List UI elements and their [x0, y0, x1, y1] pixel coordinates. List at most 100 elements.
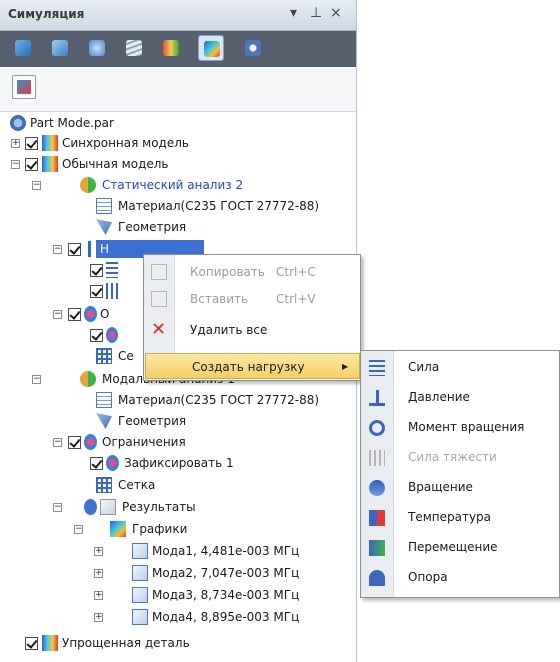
copy-model-icon[interactable] — [47, 35, 73, 61]
submenu-item-rotation[interactable]: Вращение — [361, 473, 559, 502]
collapse-toggle[interactable]: − — [32, 375, 41, 384]
submenu-item-displacement[interactable]: Перемещение — [361, 533, 559, 562]
tree-item-load-child[interactable] — [10, 259, 118, 281]
tree-item-mode[interactable]: + Мода1, 4,481е-003 МГц — [10, 540, 330, 562]
tree-item-material[interactable]: Материал(С235 ГОСТ 27772-88) — [10, 195, 340, 217]
tree-item-constraint-child[interactable] — [10, 324, 118, 346]
menu-item-create-load[interactable]: Создать нагрузку ▶ — [145, 353, 360, 379]
results-icon[interactable] — [198, 35, 224, 61]
menu-item-label: Сила тяжести — [408, 450, 497, 464]
tree-item-mode[interactable]: + Мода4, 8,895е-003 МГц — [10, 606, 330, 628]
fix-icon — [106, 327, 118, 343]
tree-label: Материал(С235 ГОСТ 27772-88) — [118, 199, 320, 213]
expand-toggle[interactable]: + — [94, 613, 103, 622]
support-icon — [369, 570, 385, 586]
tree-item-fix[interactable]: Зафиксировать 1 — [10, 452, 330, 474]
menu-item-label: Копировать — [190, 265, 265, 279]
collapse-toggle[interactable]: − — [11, 160, 20, 169]
collapse-toggle[interactable]: − — [53, 245, 62, 254]
static-study-icon — [80, 177, 96, 193]
geometry-icon — [96, 413, 112, 429]
tree-item-geometry[interactable]: Геометрия — [10, 216, 330, 238]
tree-label: Геометрия — [118, 414, 187, 428]
tree-item-mode[interactable]: + Мода2, 7,047е-003 МГц — [10, 562, 330, 584]
collapse-toggle[interactable]: − — [53, 310, 62, 319]
menu-item-shortcut: Ctrl+V — [276, 292, 316, 306]
plots-icon — [110, 521, 126, 537]
expand-toggle[interactable]: + — [94, 547, 103, 556]
menu-item-delete-all[interactable]: ✕ Удалить все — [144, 317, 360, 343]
assembly-icon[interactable] — [10, 35, 36, 61]
mode-plot-icon — [132, 587, 148, 603]
simulation-toolbar — [0, 31, 356, 67]
constraint-icon — [84, 306, 97, 322]
mesh-icon — [96, 348, 112, 364]
menu-item-label: Удалить все — [190, 323, 268, 337]
tree-label: Статический анализ 2 — [102, 178, 244, 192]
tree-item-static-study[interactable]: − Статический анализ 2 — [10, 174, 330, 196]
submenu-item-gravity[interactable]: Сила тяжести — [361, 443, 559, 472]
ordinary-model-icon — [42, 156, 58, 172]
visibility-checkbox[interactable] — [25, 137, 38, 150]
tree-item-results[interactable]: − Результаты — [10, 496, 330, 518]
visibility-checkbox[interactable] — [90, 264, 103, 277]
tree-item-sync-model[interactable]: + Синхронная модель — [10, 132, 330, 154]
tree-label: Упрощенная деталь — [62, 636, 190, 650]
edit-plot-icon[interactable] — [12, 75, 36, 99]
visibility-checkbox[interactable] — [68, 308, 81, 321]
tree-label: Зафиксировать 1 — [124, 456, 234, 470]
menu-item-paste[interactable]: Вставить Ctrl+V — [144, 286, 360, 312]
submenu-item-support[interactable]: Опора — [361, 563, 559, 592]
visibility-checkbox[interactable] — [25, 637, 38, 650]
dropdown-icon[interactable]: ▾ — [290, 5, 297, 21]
menu-item-label: Перемещение — [408, 540, 498, 554]
sub-toolbar — [0, 67, 356, 112]
tree-label: Се — [118, 349, 134, 363]
study-icon[interactable] — [84, 35, 110, 61]
expand-toggle[interactable]: + — [11, 139, 20, 148]
tree-item-load-child[interactable] — [10, 280, 118, 302]
close-icon[interactable]: × — [330, 5, 342, 21]
tree-item-ordinary-model[interactable]: − Обычная модель — [10, 153, 330, 175]
tree-item-plots[interactable]: − Графики — [10, 518, 330, 540]
pin-icon[interactable]: ⊥ — [310, 5, 322, 21]
support-icon — [106, 283, 118, 299]
collapse-toggle[interactable]: − — [32, 181, 41, 190]
tree-label: Мода1, 4,481е-003 МГц — [152, 544, 300, 558]
tree-label: Синхронная модель — [62, 136, 189, 150]
tree-item-mesh[interactable]: Сетка — [10, 474, 330, 496]
visibility-checkbox[interactable] — [68, 436, 81, 449]
tree-label: О — [100, 307, 110, 321]
geometry-icon — [96, 219, 112, 235]
pressure-icon — [369, 390, 385, 406]
part-icon — [10, 115, 26, 131]
menu-item-label: Сила — [408, 360, 440, 374]
visibility-checkbox[interactable] — [90, 329, 103, 342]
visibility-checkbox[interactable] — [90, 285, 103, 298]
tree-item-constraints[interactable]: − Ограничения — [10, 431, 330, 453]
collapse-toggle[interactable]: − — [74, 525, 83, 534]
visibility-checkbox[interactable] — [68, 243, 81, 256]
report-icon[interactable] — [240, 35, 266, 61]
submenu-item-force[interactable]: Сила — [361, 353, 559, 382]
submenu-item-pressure[interactable]: Давление — [361, 383, 559, 412]
tree-item-mode[interactable]: + Мода3, 8,734е-003 МГц — [10, 584, 330, 606]
tree-item-material[interactable]: Материал(С235 ГОСТ 27772-88) — [10, 389, 350, 411]
expand-toggle[interactable]: + — [94, 569, 103, 578]
mesh-icon[interactable] — [158, 35, 184, 61]
submenu-item-torque[interactable]: Момент вращения — [361, 413, 559, 442]
expand-toggle[interactable]: + — [94, 591, 103, 600]
tree-item-geometry[interactable]: Геометрия — [10, 410, 330, 432]
tree-label: Графики — [132, 522, 188, 536]
submenu-item-temperature[interactable]: Температура — [361, 503, 559, 532]
visibility-checkbox[interactable] — [90, 457, 103, 470]
tree-label: Геометрия — [118, 220, 187, 234]
tree-item-simplified-part[interactable]: Упрощенная деталь — [10, 632, 330, 654]
collapse-toggle[interactable]: − — [53, 438, 62, 447]
layers-icon[interactable] — [121, 35, 147, 61]
mode-plot-icon — [132, 609, 148, 625]
menu-item-copy[interactable]: Копировать Ctrl+C — [144, 259, 360, 285]
visibility-checkbox[interactable] — [25, 158, 38, 171]
collapse-toggle[interactable]: − — [53, 503, 62, 512]
menu-item-label: Создать нагрузку — [192, 360, 305, 374]
